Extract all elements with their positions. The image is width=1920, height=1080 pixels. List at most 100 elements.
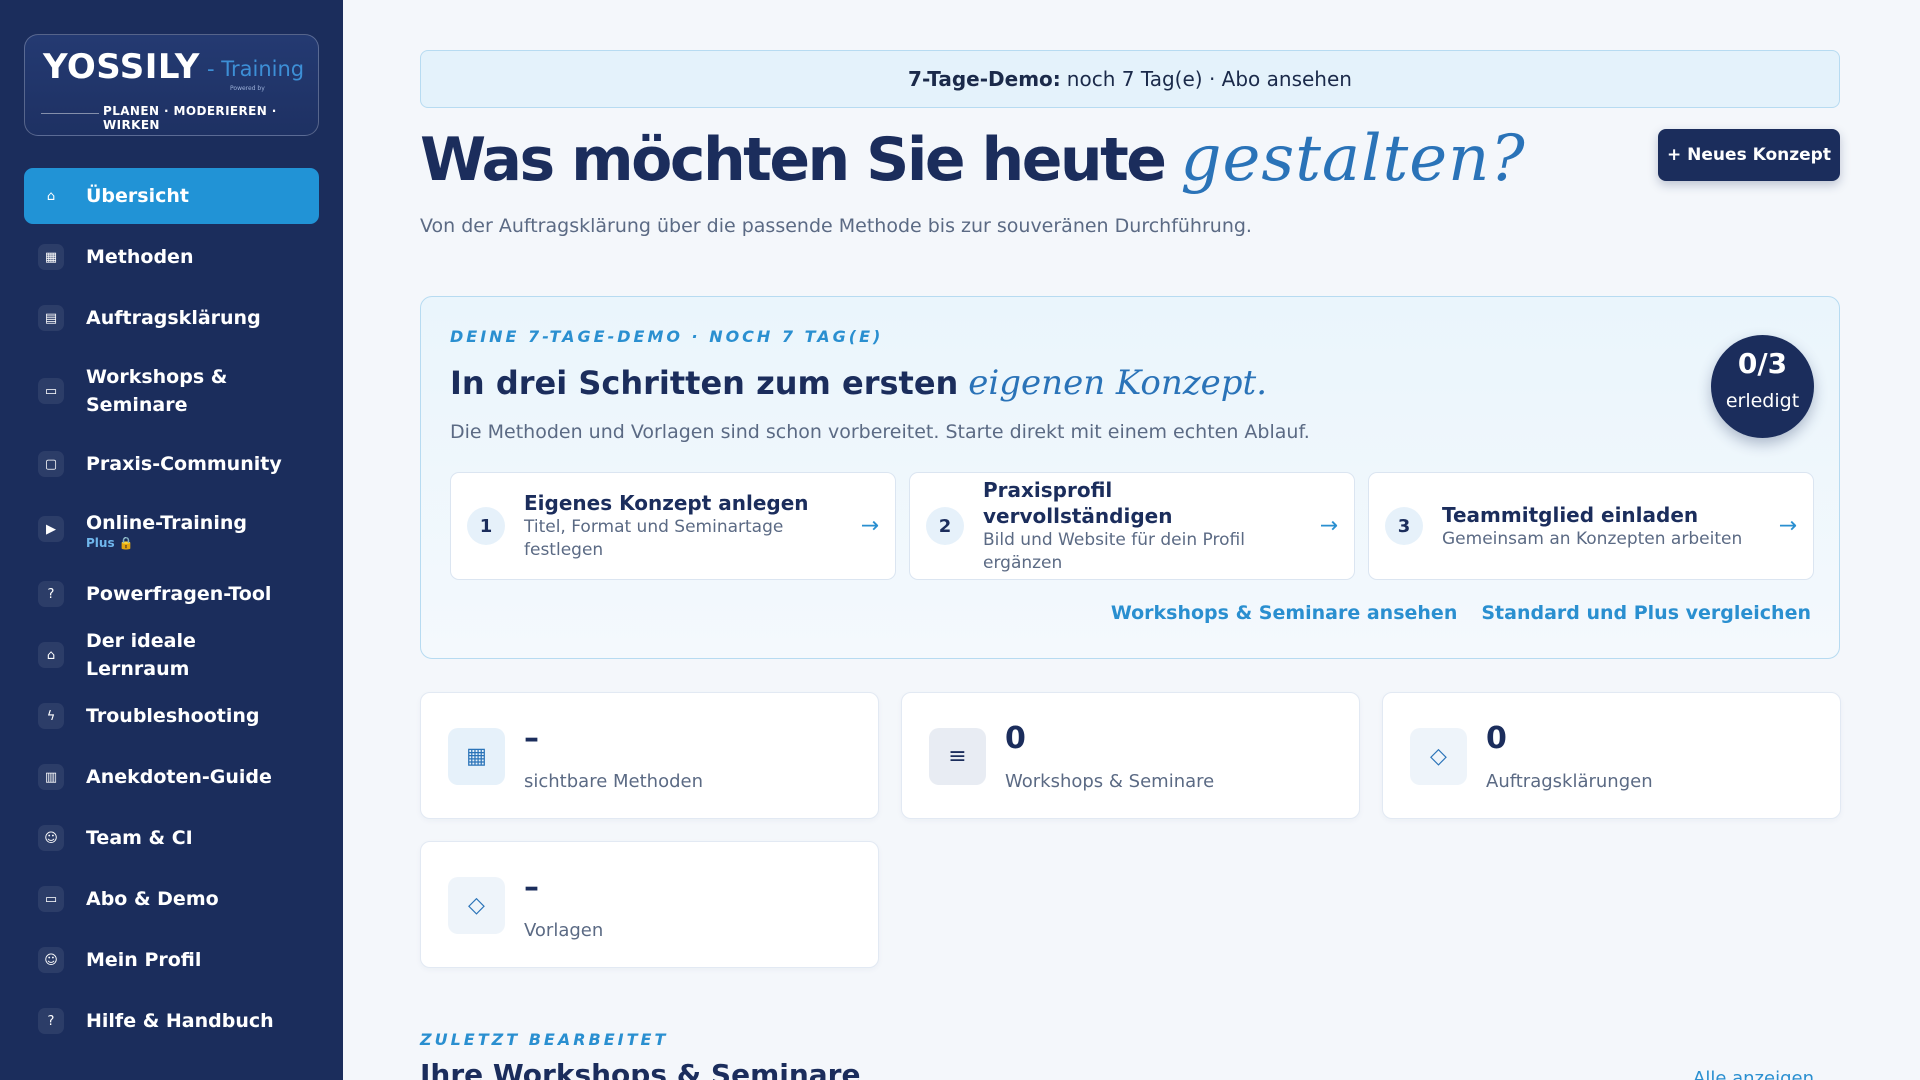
sidebar-item-powerfragen[interactable]: ? Powerfragen-Tool: [24, 566, 319, 622]
sidebar-item-online-training[interactable]: ▶ Online-Training Plus 🔒: [24, 497, 319, 561]
stat-card-briefings[interactable]: ◇ 0 Auftragsklärungen: [1382, 692, 1841, 819]
new-concept-button[interactable]: + Neues Konzept: [1658, 129, 1840, 181]
demo-title-text: In drei Schritten zum ersten: [450, 364, 959, 402]
brand-divider: [41, 113, 99, 114]
stat-card-workshops[interactable]: ≡ 0 Workshops & Seminare: [901, 692, 1360, 819]
sidebar-item-lernraum[interactable]: ⌂ Der ideale Lernraum: [24, 627, 319, 683]
sidebar-item-workshops[interactable]: ▭ Workshops & Seminare: [24, 351, 319, 431]
page-subtitle: Von der Auftragsklärung über die passend…: [420, 215, 1252, 237]
sidebar-item-anekdoten[interactable]: ▥ Anekdoten-Guide: [24, 749, 319, 805]
home-icon: ⌂: [46, 188, 56, 204]
stat-value: –: [524, 870, 539, 905]
user-icon: ☺: [38, 947, 64, 973]
step-card-create-concept[interactable]: 1 Eigenes Konzept anlegen Titel, Format …: [450, 472, 896, 580]
show-all-link[interactable]: Alle anzeigen: [1693, 1068, 1814, 1080]
step-title: Eigenes Konzept anlegen: [524, 491, 809, 515]
brand-powered: Powered by: [230, 85, 265, 92]
sidebar-item-label: Mein Profil: [86, 949, 202, 971]
brand-name: YOSSILY: [43, 47, 200, 87]
chat-icon: ▢: [38, 451, 64, 477]
sidebar-item-label: Methoden: [86, 246, 194, 268]
sidebar-item-label: Hilfe & Handbuch: [86, 1010, 274, 1032]
sidebar-item-hilfe[interactable]: ? Hilfe & Handbuch: [24, 993, 319, 1049]
sidebar-item-label: Online-Training: [86, 511, 247, 534]
workshops-link[interactable]: Workshops & Seminare ansehen: [1111, 602, 1458, 624]
brand-logo[interactable]: YOSSILY - Training Powered by PLANEN · M…: [24, 34, 319, 136]
demo-title: In drei Schritten zum ersten eigenen Konz…: [450, 363, 1267, 403]
sidebar-item-auftragsklaerung[interactable]: ▤ Auftragsklärung: [24, 290, 319, 346]
step-number: 1: [467, 507, 505, 545]
play-icon: ▶: [38, 516, 64, 542]
grid-icon: ▦: [38, 244, 64, 270]
sidebar-nav: ⌂ Übersicht ▦ Methoden ▤ Auftragsklärung…: [24, 168, 319, 1049]
page-title: Was möchten Sie heute gestalten?: [420, 122, 1526, 196]
question-icon: ?: [38, 581, 64, 607]
brand-product: - Training: [207, 57, 305, 81]
main-content: 7-Tage-Demo: noch 7 Tag(e) · Abo ansehen…: [343, 0, 1920, 1080]
stat-card-templates[interactable]: ◇ – Vorlagen: [420, 841, 879, 968]
diamond-icon: ◇: [1410, 728, 1467, 785]
stat-card-methods[interactable]: ▦ – sichtbare Methoden: [420, 692, 879, 819]
calendar-icon: ▭: [38, 378, 64, 404]
step-card-invite-member[interactable]: 3 Teammitglied einladen Gemeinsam an Kon…: [1368, 472, 1814, 580]
list-icon: ≡: [929, 728, 986, 785]
sidebar-item-label: Troubleshooting: [86, 705, 260, 727]
demo-title-script: eigenen Konzept.: [968, 363, 1268, 403]
users-icon: ☺: [38, 825, 64, 851]
arrow-right-icon: →: [1319, 513, 1338, 539]
sidebar-item-troubleshooting[interactable]: ϟ Troubleshooting: [24, 688, 319, 744]
demo-eyebrow: DEINE 7-TAGE-DEMO · NOCH 7 TAG(E): [450, 327, 884, 346]
stat-label: sichtbare Methoden: [524, 771, 703, 792]
sidebar-item-uebersicht[interactable]: ⌂ Übersicht: [24, 168, 319, 224]
step-number: 3: [1385, 507, 1423, 545]
table-icon: ▦: [448, 728, 505, 785]
card-icon: ▭: [38, 886, 64, 912]
demo-banner-text: noch 7 Tag(e) · Abo ansehen: [1066, 67, 1352, 91]
page-title-script: gestalten?: [1180, 122, 1526, 196]
stat-value: 0: [1486, 721, 1507, 756]
diamond-icon: ◇: [448, 877, 505, 934]
sidebar-item-team[interactable]: ☺ Team & CI: [24, 810, 319, 866]
sidebar-item-praxis-community[interactable]: ▢ Praxis-Community: [24, 436, 319, 492]
step-title: Teammitglied einladen: [1442, 502, 1699, 527]
sidebar-item-label: Abo & Demo: [86, 888, 219, 910]
stat-value: –: [524, 721, 539, 756]
step-title: Praxisprofil vervollständigen: [983, 478, 1173, 528]
step-text: Teammitglied einladen Gemeinsam an Konze…: [1442, 502, 1762, 551]
progress-badge: 0/3 erledigt: [1711, 335, 1814, 438]
stat-label: Workshops & Seminare: [1005, 771, 1215, 792]
sidebar-item-profil[interactable]: ☺ Mein Profil: [24, 932, 319, 988]
arrow-right-icon: →: [860, 513, 879, 539]
sidebar-item-label: Der ideale Lernraum: [86, 630, 196, 680]
sidebar-item-label: Powerfragen-Tool: [86, 583, 272, 605]
brand-tagline: PLANEN · MODERIEREN · WIRKEN: [103, 104, 277, 132]
demo-subtitle: Die Methoden und Vorlagen sind schon vor…: [450, 421, 1310, 443]
compare-plans-link[interactable]: Standard und Plus vergleichen: [1481, 602, 1811, 624]
sidebar-item-label: Anekdoten-Guide: [86, 766, 272, 788]
demo-onboarding-card: DEINE 7-TAGE-DEMO · NOCH 7 TAG(E) In dre…: [420, 296, 1840, 659]
help-icon: ?: [38, 1008, 64, 1034]
demo-links: Workshops & Seminare ansehen Standard un…: [1111, 602, 1811, 624]
step-description: Gemeinsam an Konzepten arbeiten: [1442, 528, 1743, 549]
room-icon: ⌂: [38, 642, 64, 668]
sidebar-item-methoden[interactable]: ▦ Methoden: [24, 229, 319, 285]
sidebar-item-label: Team & CI: [86, 827, 193, 849]
arrow-right-icon: →: [1778, 513, 1797, 539]
book-icon: ▥: [38, 764, 64, 790]
step-description: Titel, Format und Seminartage festlegen: [524, 517, 784, 560]
progress-label: erledigt: [1725, 390, 1800, 412]
step-description: Bild und Website für dein Profil ergänze…: [983, 530, 1245, 573]
step-card-complete-profile[interactable]: 2 Praxisprofil vervollständigen Bild und…: [909, 472, 1355, 580]
sidebar-item-abo[interactable]: ▭ Abo & Demo: [24, 871, 319, 927]
progress-value: 0/3: [1737, 347, 1788, 380]
plus-badge: Plus 🔒: [86, 535, 134, 550]
sidebar-item-label: Übersicht: [86, 185, 189, 207]
sidebar: YOSSILY - Training Powered by PLANEN · M…: [0, 0, 343, 1080]
sidebar-item-label: Workshops & Seminare: [86, 366, 228, 416]
step-number: 2: [926, 507, 964, 545]
demo-banner[interactable]: 7-Tage-Demo: noch 7 Tag(e) · Abo ansehen: [420, 50, 1840, 108]
demo-banner-label: 7-Tage-Demo:: [908, 67, 1061, 91]
stat-label: Auftragsklärungen: [1486, 771, 1653, 792]
document-icon: ▤: [38, 305, 64, 331]
step-text: Eigenes Konzept anlegen Titel, Format un…: [524, 490, 844, 562]
